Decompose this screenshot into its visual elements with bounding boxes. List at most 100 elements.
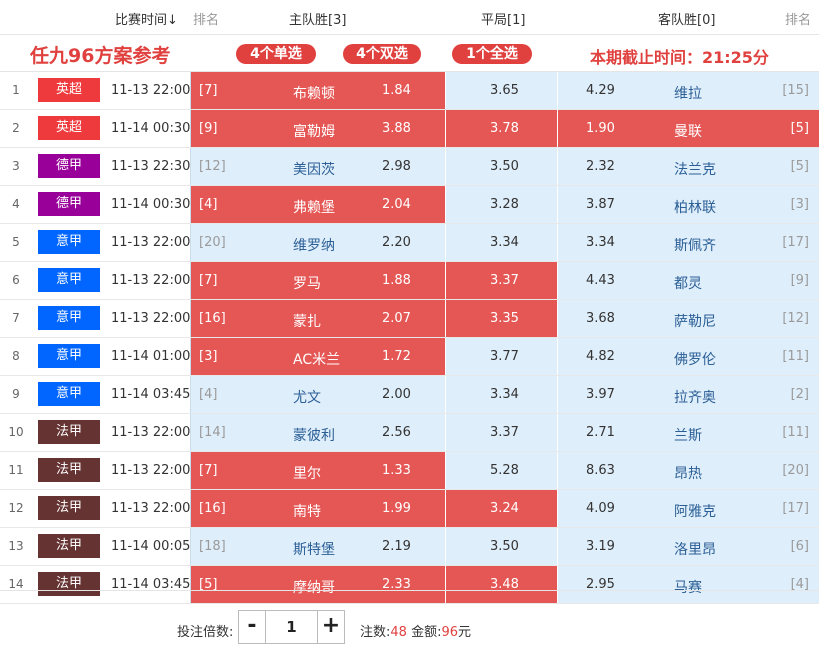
away-odds: 4.82	[586, 349, 615, 364]
home-win-option[interactable]: [7] 里尔 1.33	[190, 452, 445, 489]
home-team: 尤文	[293, 390, 321, 406]
away-team: 昂热	[674, 466, 702, 482]
draw-option[interactable]: 3.50	[446, 528, 557, 565]
draw-odds: 3.37	[490, 273, 519, 288]
home-team: 里尔	[293, 466, 321, 482]
away-win-option[interactable]: 4.29 维拉 [15]	[558, 72, 819, 109]
draw-option[interactable]: 3.78	[446, 110, 557, 147]
away-rank: [11]	[782, 425, 809, 440]
home-win-option[interactable]: [4] 弗赖堡 2.04	[190, 186, 445, 223]
home-odds: 2.00	[382, 387, 411, 402]
away-team: 佛罗伦	[674, 352, 716, 368]
home-rank: [16]	[199, 311, 226, 326]
league-badge: 英超	[38, 116, 100, 140]
home-win-option[interactable]: [16] 蒙扎 2.07	[190, 300, 445, 337]
away-rank: [11]	[782, 349, 809, 364]
match-index: 13	[8, 539, 24, 553]
home-win-option[interactable]: [9] 富勒姆 3.88	[190, 110, 445, 147]
home-win-option[interactable]: [7] 罗马 1.88	[190, 262, 445, 299]
home-win-option[interactable]: [14] 蒙彼利 2.56	[190, 414, 445, 451]
away-win-header: 客队胜[0]	[658, 13, 716, 28]
home-win-option[interactable]: [4] 尤文 2.00	[190, 376, 445, 413]
match-time: 11-13 22:00	[111, 311, 191, 326]
home-rank: [14]	[199, 425, 226, 440]
away-win-option[interactable]: 3.97 拉齐奥 [2]	[558, 376, 819, 413]
away-win-option[interactable]: 2.32 法兰克 [5]	[558, 148, 819, 185]
home-team: 南特	[293, 504, 321, 520]
sort-time-header[interactable]: 比赛时间↓	[115, 9, 178, 28]
match-row: 9 意甲 11-14 03:45 [4] 尤文 2.00 3.34 3.97 拉齐奥 [2]	[0, 376, 819, 414]
draw-option[interactable]: 3.65	[446, 72, 557, 109]
match-row: 5 意甲 11-13 22:00 [20] 维罗纳 2.20 3.34 3.34 斯佩齐 [17]	[0, 224, 819, 262]
home-odds: 1.33	[382, 463, 411, 478]
home-odds: 1.99	[382, 501, 411, 516]
draw-odds: 3.50	[490, 539, 519, 554]
draw-option[interactable]: 3.34	[446, 376, 557, 413]
away-team: 兰斯	[674, 428, 702, 444]
league-badge: 意甲	[38, 268, 100, 292]
away-win-option[interactable]: 4.09 阿雅克 [17]	[558, 490, 819, 527]
away-win-option[interactable]: 4.43 都灵 [9]	[558, 262, 819, 299]
away-win-option[interactable]: 8.63 昂热 [20]	[558, 452, 819, 489]
league-badge: 法甲	[38, 534, 100, 558]
away-rank-header: 排名	[785, 13, 812, 28]
match-index: 14	[8, 577, 24, 591]
match-time: 11-13 22:00	[111, 501, 191, 516]
draw-option[interactable]: 5.28	[446, 452, 557, 489]
home-win-option[interactable]: [20] 维罗纳 2.20	[190, 224, 445, 261]
draw-option[interactable]: 3.24	[446, 490, 557, 527]
home-team: 美因茨	[293, 162, 335, 178]
away-win-option[interactable]: 3.68 萨勒尼 [12]	[558, 300, 819, 337]
home-team: 斯特堡	[293, 542, 335, 558]
draw-option[interactable]: 3.34	[446, 224, 557, 261]
increase-button[interactable]: +	[317, 611, 344, 643]
away-team: 柏林联	[674, 200, 716, 216]
draw-option[interactable]: 3.28	[446, 186, 557, 223]
multiplier-label: 投注倍数:	[177, 625, 234, 640]
away-win-option[interactable]: 1.90 曼联 [5]	[558, 110, 819, 147]
home-odds: 2.04	[382, 197, 411, 212]
home-win-option[interactable]: [7] 布赖顿 1.84	[190, 72, 445, 109]
multiplier-input[interactable]	[266, 611, 317, 643]
home-odds: 3.88	[382, 121, 411, 136]
bets-count: 48	[390, 625, 407, 640]
home-win-option[interactable]: [3] AC米兰 1.72	[190, 338, 445, 375]
match-row: 10 法甲 11-13 22:00 [14] 蒙彼利 2.56 3.37 2.71 兰斯 [11]	[0, 414, 819, 452]
match-index: 7	[12, 311, 20, 325]
away-win-option[interactable]: 3.87 柏林联 [3]	[558, 186, 819, 223]
match-index: 6	[12, 273, 20, 287]
bets-label: 注数:	[360, 625, 391, 640]
home-win-option[interactable]: [16] 南特 1.99	[190, 490, 445, 527]
match-index: 12	[8, 501, 24, 515]
draw-option[interactable]: 3.37	[446, 414, 557, 451]
bet-summary: 注数:48 金额:96元	[360, 621, 471, 640]
away-odds: 3.34	[586, 235, 615, 250]
match-row: 6 意甲 11-13 22:00 [7] 罗马 1.88 3.37 4.43 都灵 [9]	[0, 262, 819, 300]
away-rank: [15]	[782, 83, 809, 98]
single-pick-badge: 4个单选	[236, 44, 316, 64]
away-win-option[interactable]: 2.71 兰斯 [11]	[558, 414, 819, 451]
away-win-option[interactable]: 4.82 佛罗伦 [11]	[558, 338, 819, 375]
match-time: 11-13 22:00	[111, 83, 191, 98]
home-win-option[interactable]: [18] 斯特堡 2.19	[190, 528, 445, 565]
match-row: 8 意甲 11-14 01:00 [3] AC米兰 1.72 3.77 4.82 佛罗伦 [11]	[0, 338, 819, 376]
draw-option[interactable]: 3.50	[446, 148, 557, 185]
plan-banner: 任九96方案参考 4个单选 4个双选 1个全选 本期截止时间：21:25分	[0, 35, 819, 72]
decrease-button[interactable]: -	[239, 611, 266, 643]
match-time: 11-13 22:00	[111, 235, 191, 250]
match-time: 11-13 22:00	[111, 463, 191, 478]
match-index: 2	[12, 121, 20, 135]
draw-option[interactable]: 3.77	[446, 338, 557, 375]
away-rank: [5]	[790, 159, 809, 174]
draw-header: 平局[1]	[481, 13, 526, 28]
home-team: 维罗纳	[293, 238, 335, 254]
draw-option[interactable]: 3.35	[446, 300, 557, 337]
away-win-option[interactable]: 3.19 洛里昂 [6]	[558, 528, 819, 565]
home-win-option[interactable]: [12] 美因茨 2.98	[190, 148, 445, 185]
draw-option[interactable]: 3.37	[446, 262, 557, 299]
away-win-option[interactable]: 3.34 斯佩齐 [17]	[558, 224, 819, 261]
draw-odds: 3.34	[490, 235, 519, 250]
league-badge: 意甲	[38, 382, 100, 406]
match-time: 11-14 00:30	[111, 197, 191, 212]
away-rank: [9]	[790, 273, 809, 288]
